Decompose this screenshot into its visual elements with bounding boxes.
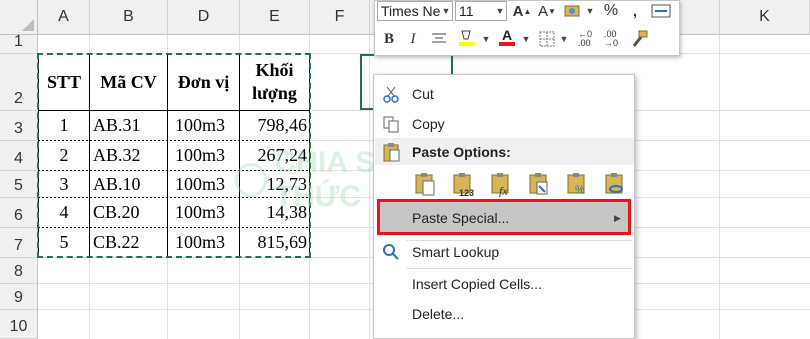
number-format-glyph xyxy=(564,5,580,17)
row-header-5[interactable]: 5 xyxy=(0,171,38,198)
row-header-3[interactable]: 3 xyxy=(0,111,38,141)
menu-label: Insert Copied Cells... xyxy=(412,276,542,292)
row-label: 3 xyxy=(14,120,23,137)
paste-formatting-icon[interactable]: % xyxy=(566,171,588,197)
row-header-9[interactable]: 9 xyxy=(0,284,38,310)
painter-glyph xyxy=(632,30,648,47)
column-header-e[interactable]: E xyxy=(240,0,310,35)
copy-icon xyxy=(380,113,402,135)
decrease-font-icon[interactable]: A ▼ xyxy=(537,1,557,21)
column-header-b[interactable]: B xyxy=(90,0,168,35)
menu-item-copy[interactable]: Copy xyxy=(374,109,634,139)
watermark-logo-icon xyxy=(235,163,267,197)
svg-text:%: % xyxy=(575,184,585,196)
paste-icon[interactable] xyxy=(414,171,436,197)
mini-toolbar: Times Ne ▼ 11 ▼ A ▲ A ▼ ▼ % , B I ▼ A ▼ ▼ … xyxy=(374,0,680,56)
menu-label: Paste Options: xyxy=(412,144,511,160)
column-label: E xyxy=(269,8,280,25)
comma-style-icon[interactable]: , xyxy=(625,1,645,21)
wrap-text-icon[interactable] xyxy=(651,1,671,21)
menu-item-cut[interactable]: Cut xyxy=(374,79,634,109)
menu-item-delete[interactable]: Delete... xyxy=(374,299,634,329)
borders-glyph xyxy=(539,31,555,47)
column-label: B xyxy=(123,8,134,25)
row-label: 10 xyxy=(9,318,28,335)
row-label: 8 xyxy=(14,263,23,280)
decrease-decimal-icon[interactable]: .00 →0 xyxy=(601,29,621,49)
number-format-icon[interactable] xyxy=(563,1,583,21)
italic-icon[interactable]: I xyxy=(403,29,423,49)
highlight-box xyxy=(377,199,631,235)
svg-text:A: A xyxy=(502,27,512,43)
borders-icon[interactable] xyxy=(537,29,557,49)
chevron-down-icon[interactable]: ▼ xyxy=(519,29,533,49)
column-label: F xyxy=(334,8,345,25)
font-color-icon[interactable]: A xyxy=(497,27,517,47)
row-label: 7 xyxy=(14,237,23,254)
wrap-glyph xyxy=(651,4,671,18)
row-label: 2 xyxy=(14,90,23,107)
bold-icon[interactable]: B xyxy=(379,29,399,49)
gridline xyxy=(719,35,720,339)
row-header-4[interactable]: 4 xyxy=(0,141,38,171)
column-header-k[interactable]: K xyxy=(720,0,810,35)
row-header-2[interactable]: 2 xyxy=(0,54,38,111)
increase-decimal-icon[interactable]: ←0.00 xyxy=(575,29,595,49)
clipboard-icon xyxy=(380,141,402,163)
scissors-icon xyxy=(380,83,402,105)
menu-label: Delete... xyxy=(412,306,465,322)
row-header-8[interactable]: 8 xyxy=(0,258,38,284)
font-size-value: 11 xyxy=(459,3,474,19)
row-header-10[interactable]: 10 xyxy=(0,310,38,339)
menu-label: Cut xyxy=(412,86,434,102)
row-label: 5 xyxy=(14,177,23,194)
row-label: 6 xyxy=(14,207,23,224)
svg-text:fx: fx xyxy=(499,184,508,197)
row-header-7[interactable]: 7 xyxy=(0,228,38,258)
menu-label: Copy xyxy=(412,116,445,132)
chevron-down-icon[interactable]: ▼ xyxy=(493,1,507,21)
column-label: K xyxy=(759,8,770,25)
column-header-j[interactable] xyxy=(680,0,720,35)
increase-font-icon[interactable]: A ▲ xyxy=(512,1,532,21)
menu-item-smart-lookup[interactable]: Smart Lookup xyxy=(374,237,634,267)
column-label: D xyxy=(197,8,210,25)
row-header-6[interactable]: 6 xyxy=(0,198,38,228)
font-color-glyph: A xyxy=(499,27,515,46)
fill-color-icon[interactable] xyxy=(457,27,477,47)
column-header-d[interactable]: D xyxy=(168,0,240,35)
menu-label: Smart Lookup xyxy=(412,244,500,260)
row-label: 4 xyxy=(14,150,23,167)
select-all-corner[interactable] xyxy=(0,0,38,35)
format-painter-icon[interactable] xyxy=(629,29,649,49)
align-glyph xyxy=(432,33,446,43)
column-header-a[interactable]: A xyxy=(38,0,90,35)
row-label: 9 xyxy=(14,289,23,306)
font-name-value: Times Ne xyxy=(381,3,441,19)
paste-transpose-icon[interactable] xyxy=(528,171,550,197)
paste-link-icon[interactable] xyxy=(604,171,626,197)
column-header-f[interactable]: F xyxy=(310,0,370,35)
svg-text:123: 123 xyxy=(459,188,474,197)
fill-color-glyph xyxy=(459,30,475,46)
percent-icon[interactable]: % xyxy=(601,1,621,21)
menu-item-insert-copied-cells[interactable]: Insert Copied Cells... xyxy=(374,269,634,299)
row-label: 1 xyxy=(14,33,23,50)
paste-values-icon[interactable]: 123 xyxy=(452,171,474,198)
align-center-icon[interactable] xyxy=(429,29,449,49)
smart-lookup-icon xyxy=(380,241,402,263)
chevron-down-icon[interactable]: ▼ xyxy=(479,29,493,49)
column-label: A xyxy=(58,8,69,25)
chevron-down-icon[interactable]: ▼ xyxy=(557,29,571,49)
chevron-down-icon[interactable]: ▼ xyxy=(583,1,597,21)
paste-options-label: Paste Options: xyxy=(374,137,634,167)
chevron-down-icon[interactable]: ▼ xyxy=(439,1,453,21)
paste-formulas-icon[interactable]: fx xyxy=(490,171,512,198)
row-header-1[interactable]: 1 xyxy=(0,33,38,54)
